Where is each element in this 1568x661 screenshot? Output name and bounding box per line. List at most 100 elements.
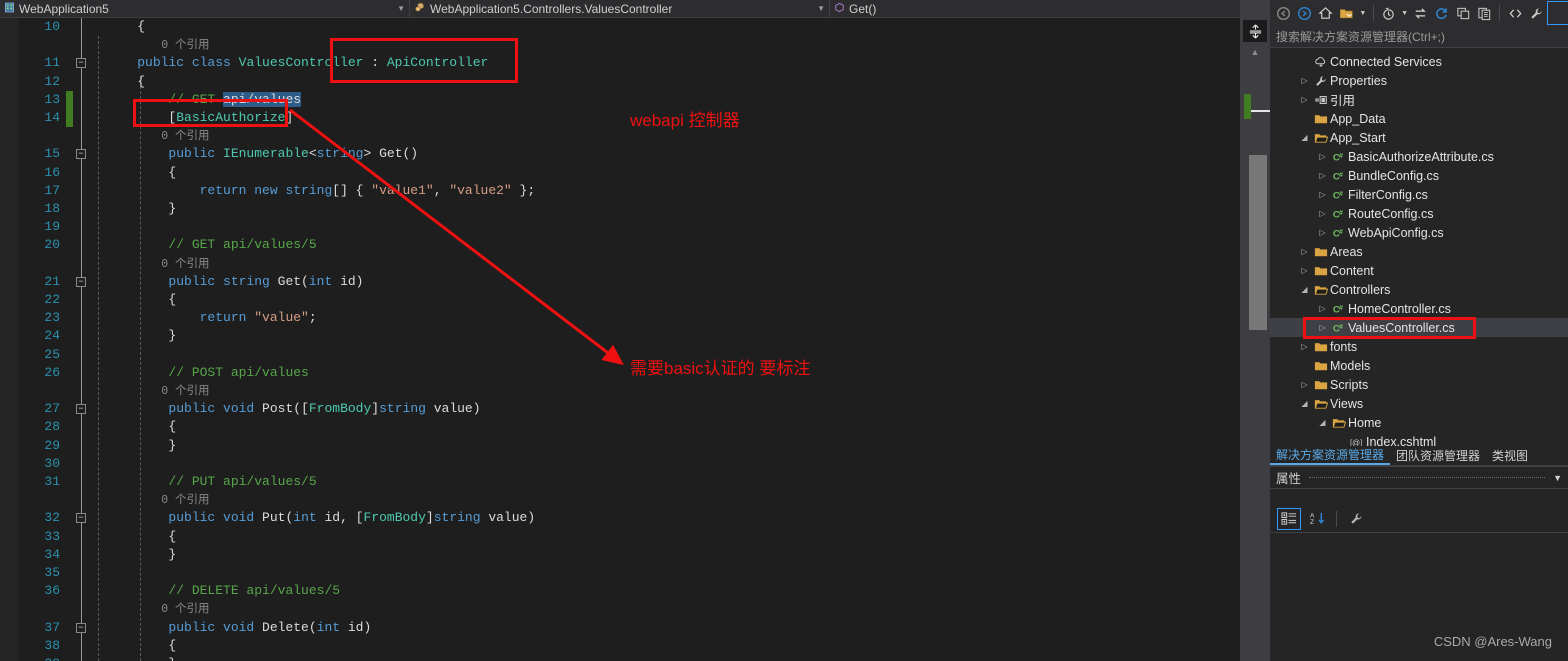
chevron-collapsed-icon[interactable]: ▷ bbox=[1316, 190, 1329, 199]
collapse-toggle-icon[interactable]: − bbox=[76, 513, 86, 524]
code-line[interactable]: 38 { bbox=[0, 637, 1240, 655]
code-line[interactable]: 18 } bbox=[0, 200, 1240, 218]
chevron-collapsed-icon[interactable]: ▷ bbox=[1316, 152, 1329, 161]
tree-item[interactable]: ▷ C # HomeController.cs bbox=[1270, 299, 1568, 318]
tree-item-selected[interactable]: ▷ C # ValuesController.cs bbox=[1270, 318, 1568, 337]
tree-item[interactable]: ▷ Content bbox=[1270, 261, 1568, 280]
collapse-toggle-icon[interactable]: − bbox=[76, 404, 86, 415]
tree-item[interactable]: Connected Services bbox=[1270, 52, 1568, 71]
tree-item[interactable]: Models bbox=[1270, 356, 1568, 375]
collapse-all-icon[interactable] bbox=[1453, 2, 1473, 24]
code-line[interactable]: 0 个引用 bbox=[0, 491, 1240, 509]
code-line[interactable]: 20 // GET api/values/5 bbox=[0, 236, 1240, 254]
code-line[interactable]: 21 − public string Get(int id) bbox=[0, 273, 1240, 291]
code-line[interactable]: 33 { bbox=[0, 528, 1240, 546]
code-line[interactable]: 24 } bbox=[0, 327, 1240, 345]
collapse-toggle-icon[interactable]: − bbox=[76, 276, 86, 287]
code-line[interactable]: 10 { bbox=[0, 18, 1240, 36]
code-line[interactable]: 15 − public IEnumerable<string> Get() bbox=[0, 145, 1240, 163]
code-line[interactable]: 0 个引用 bbox=[0, 382, 1240, 400]
code-line[interactable]: 28 { bbox=[0, 418, 1240, 436]
categorized-icon[interactable] bbox=[1277, 507, 1301, 530]
tree-item[interactable]: ▷ C # BasicAuthorizeAttribute.cs bbox=[1270, 147, 1568, 166]
chevron-expanded-icon[interactable]: ◢ bbox=[1316, 418, 1329, 427]
chevron-collapsed-icon[interactable]: ▷ bbox=[1298, 76, 1311, 85]
tree-item[interactable]: ◢ Views bbox=[1270, 394, 1568, 413]
code-line[interactable]: 39 } bbox=[0, 655, 1240, 661]
tree-item[interactable]: ◢ Controllers bbox=[1270, 280, 1568, 299]
home-icon[interactable] bbox=[1315, 2, 1335, 24]
chevron-expanded-icon[interactable]: ◢ bbox=[1298, 133, 1311, 142]
pending-changes-icon[interactable] bbox=[1379, 2, 1399, 24]
tree-item[interactable]: ◢ Home bbox=[1270, 413, 1568, 432]
sync-with-active-document-icon[interactable] bbox=[1410, 2, 1430, 24]
code-line[interactable]: 0 个引用 bbox=[0, 255, 1240, 273]
chevron-down-icon[interactable]: ▼ bbox=[391, 4, 405, 13]
split-view-button[interactable] bbox=[1243, 20, 1267, 42]
code-line[interactable]: 32 − public void Put(int id, [FromBody]st… bbox=[0, 509, 1240, 527]
forward-icon[interactable] bbox=[1294, 2, 1314, 24]
chevron-collapsed-icon[interactable]: ▷ bbox=[1298, 342, 1311, 351]
code-line[interactable]: 0 个引用 bbox=[0, 36, 1240, 54]
chevron-expanded-icon[interactable]: ◢ bbox=[1298, 285, 1311, 294]
code-line[interactable]: 22 { bbox=[0, 291, 1240, 309]
code-line[interactable]: 16 { bbox=[0, 164, 1240, 182]
back-icon[interactable] bbox=[1273, 2, 1293, 24]
code-line[interactable]: 36 // DELETE api/values/5 bbox=[0, 582, 1240, 600]
code-line[interactable]: 30 bbox=[0, 455, 1240, 473]
code-line[interactable]: 12 { bbox=[0, 73, 1240, 91]
code-line[interactable]: 17 return new string[] { "value1", "valu… bbox=[0, 182, 1240, 200]
solution-view-dropdown-icon[interactable]: ▼ bbox=[1358, 2, 1368, 24]
solution-explorer-tab-strip[interactable]: 解决方案资源管理器 团队资源管理器 类视图 bbox=[1270, 446, 1568, 466]
view-code-icon[interactable] bbox=[1505, 2, 1525, 24]
solution-explorer-tree[interactable]: Connected Services ▷ Properties ▷ 引用 App_Data… bbox=[1270, 48, 1568, 448]
tree-item[interactable]: ▷ C # RouteConfig.cs bbox=[1270, 204, 1568, 223]
breadcrumb-project-dropdown[interactable]: WebApplication5 ▼ bbox=[0, 0, 410, 18]
breadcrumb-type-dropdown[interactable]: WebApplication5.Controllers.ValuesContro… bbox=[410, 0, 830, 18]
solution-view-icon[interactable] bbox=[1337, 2, 1357, 24]
chevron-collapsed-icon[interactable]: ▷ bbox=[1298, 380, 1311, 389]
chevron-collapsed-icon[interactable]: ▷ bbox=[1298, 95, 1311, 104]
tree-item[interactable]: ▷ Properties bbox=[1270, 71, 1568, 90]
tree-item[interactable]: ▷ C # FilterConfig.cs bbox=[1270, 185, 1568, 204]
solution-explorer-search-box[interactable]: 搜索解决方案资源管理器(Ctrl+;) bbox=[1270, 26, 1568, 48]
code-line[interactable]: 0 个引用 bbox=[0, 600, 1240, 618]
chevron-collapsed-icon[interactable]: ▷ bbox=[1316, 323, 1329, 332]
show-all-files-icon[interactable] bbox=[1474, 2, 1494, 24]
code-line[interactable]: 23 return "value"; bbox=[0, 309, 1240, 327]
editor-vertical-scrollbar[interactable]: ▲ bbox=[1240, 0, 1270, 661]
code-line[interactable]: 31 // PUT api/values/5 bbox=[0, 473, 1240, 491]
code-line[interactable]: 13 // GET api/values bbox=[0, 90, 1240, 109]
scroll-up-button[interactable]: ▲ bbox=[1243, 44, 1267, 60]
scrollbar-thumb[interactable] bbox=[1249, 155, 1267, 330]
tree-item[interactable]: ◢ App_Start bbox=[1270, 128, 1568, 147]
properties-icon[interactable] bbox=[1526, 2, 1546, 24]
code-line[interactable]: 14 [BasicAuthorize] bbox=[0, 109, 1240, 128]
panel-tab[interactable]: 团队资源管理器 bbox=[1390, 447, 1486, 464]
code-editor[interactable]: 10 { 0 个引用 11 − public class ValuesControl… bbox=[0, 18, 1240, 661]
chevron-collapsed-icon[interactable]: ▷ bbox=[1316, 171, 1329, 180]
pending-changes-dropdown-icon[interactable]: ▼ bbox=[1400, 2, 1410, 24]
code-line[interactable]: 29 } bbox=[0, 437, 1240, 455]
tree-item[interactable]: App_Data bbox=[1270, 109, 1568, 128]
collapse-toggle-icon[interactable]: − bbox=[76, 58, 86, 69]
panel-tab[interactable]: 类视图 bbox=[1486, 447, 1534, 464]
chevron-down-icon[interactable]: ▼ bbox=[1553, 473, 1562, 483]
code-line[interactable]: 0 个引用 bbox=[0, 127, 1240, 145]
code-line[interactable]: 37 − public void Delete(int id) bbox=[0, 619, 1240, 637]
tree-item[interactable]: ▷ 引用 bbox=[1270, 90, 1568, 109]
code-line[interactable]: 11 − public class ValuesController : ApiC… bbox=[0, 54, 1240, 72]
chevron-collapsed-icon[interactable]: ▷ bbox=[1298, 247, 1311, 256]
code-line[interactable]: 26 // POST api/values bbox=[0, 364, 1240, 382]
collapse-toggle-icon[interactable]: − bbox=[76, 622, 86, 633]
chevron-collapsed-icon[interactable]: ▷ bbox=[1316, 304, 1329, 313]
tree-item[interactable]: ▷ C # BundleConfig.cs bbox=[1270, 166, 1568, 185]
toolbar-overflow-button[interactable] bbox=[1546, 1, 1568, 25]
code-line[interactable]: 19 bbox=[0, 218, 1240, 236]
chevron-collapsed-icon[interactable]: ▷ bbox=[1316, 228, 1329, 237]
collapse-toggle-icon[interactable]: − bbox=[76, 149, 86, 160]
chevron-collapsed-icon[interactable]: ▷ bbox=[1316, 209, 1329, 218]
panel-tab[interactable]: 解决方案资源管理器 bbox=[1270, 446, 1391, 465]
tree-item[interactable]: ▷ Scripts bbox=[1270, 375, 1568, 394]
refresh-icon[interactable] bbox=[1432, 2, 1452, 24]
